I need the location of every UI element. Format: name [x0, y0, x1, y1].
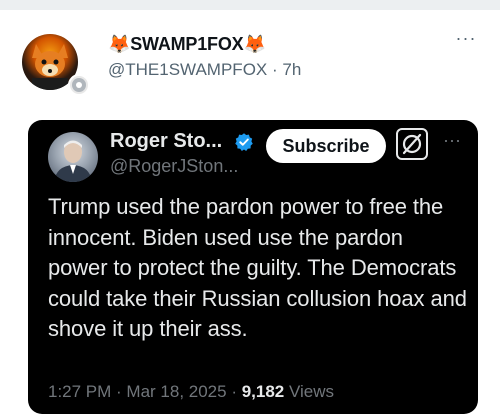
grok-glyph [402, 133, 422, 155]
avatar-badge [68, 74, 90, 96]
views-label: Views [284, 382, 335, 401]
subscribe-button[interactable]: Subscribe [266, 129, 386, 163]
portrait-avatar-image [54, 140, 92, 182]
embedded-author-avatar[interactable] [48, 132, 98, 182]
embedded-post-date[interactable]: Mar 18, 2025 [126, 382, 226, 401]
more-icon[interactable]: ··· [452, 28, 480, 48]
embedded-author-handle[interactable]: @RogerJSton... [110, 156, 238, 177]
views-count: 9,182 [241, 382, 285, 401]
views-separator: · [226, 382, 242, 401]
embedded-post-meta: 1:27 PM · Mar 18, 2025 · 9,182 Views [48, 382, 334, 402]
author-name: SWAMP1FOX [130, 34, 244, 54]
embedded-post-text: Trump used the pardon power to free the … [48, 194, 467, 341]
handle-separator: · [267, 60, 283, 79]
top-strip [0, 0, 500, 10]
author-handle[interactable]: @THE1SWAMPFOX [108, 60, 267, 79]
author-handle-line: @THE1SWAMPFOX · 7h [108, 60, 301, 80]
embedded-post-time[interactable]: 1:27 PM [48, 382, 111, 401]
verified-badge-icon [235, 133, 253, 151]
badge-icon [72, 78, 86, 92]
post-header: 🦊SWAMP1FOX🦊 @THE1SWAMPFOX · 7h ··· [0, 10, 500, 110]
fox-emoji-left: 🦊 [108, 34, 131, 54]
author-display-name[interactable]: 🦊SWAMP1FOX🦊 [108, 34, 266, 55]
embedded-more-icon[interactable]: ··· [438, 130, 466, 150]
date-separator: · [111, 382, 127, 401]
grok-icon[interactable] [396, 128, 428, 160]
fox-emoji-right: 🦊 [243, 34, 266, 54]
post-time[interactable]: 7h [282, 60, 301, 79]
embedded-post[interactable]: Roger Sto... @RogerJSton... Subscribe ··… [28, 120, 478, 414]
embedded-author-name[interactable]: Roger Sto... [110, 130, 222, 153]
